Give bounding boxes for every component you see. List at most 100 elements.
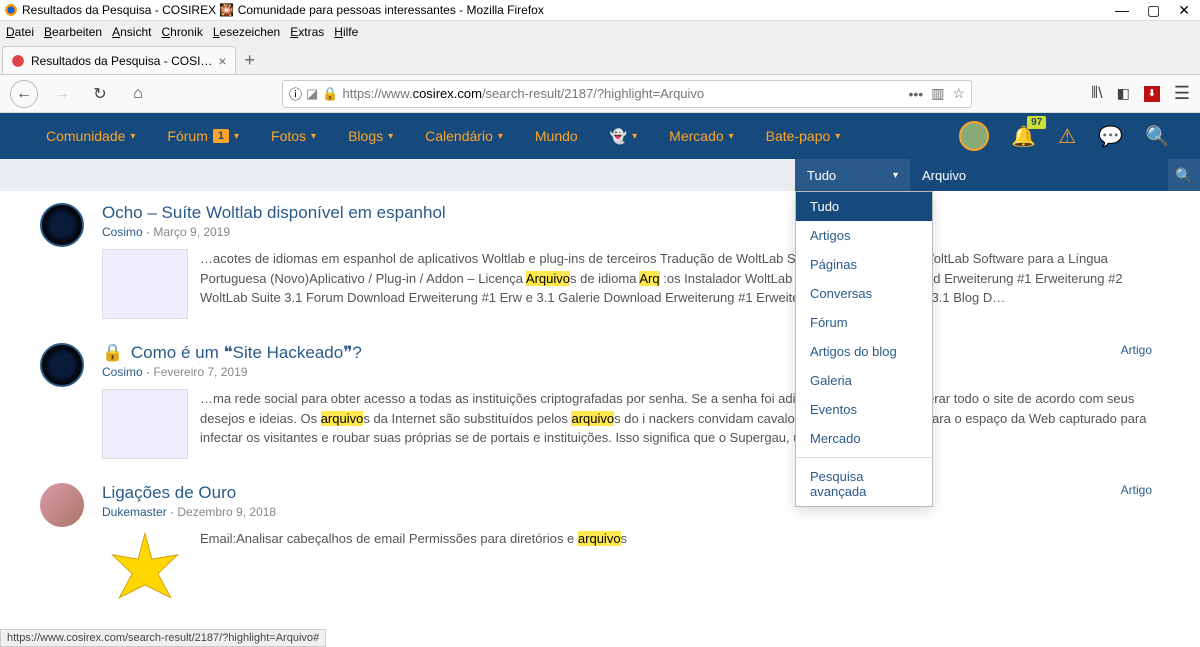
nav-fotos[interactable]: Fotos▾ — [255, 113, 332, 159]
result-date: Fevereiro 7, 2019 — [153, 365, 247, 379]
result-date: Março 9, 2019 — [153, 225, 230, 239]
nav-mercado[interactable]: Mercado▾ — [653, 113, 750, 159]
info-icon[interactable]: ⓘ — [289, 84, 302, 103]
nav-comunidade[interactable]: Comunidade▾ — [30, 113, 151, 159]
nav-mundo[interactable]: Mundo — [519, 113, 594, 159]
dropdown-advanced[interactable]: Pesquisa avançada — [796, 462, 932, 506]
highlight: arquivo — [578, 531, 621, 546]
search-submit[interactable]: 🔍 — [1168, 159, 1200, 191]
excerpt-text: …acotes de idiomas em espanhol de aplica… — [200, 249, 1160, 319]
tab-title: Resultados da Pesquisa - COSI… — [31, 54, 212, 68]
result-meta: Dukemaster · Dezembro 9, 2018 — [102, 505, 1160, 519]
search-type-select[interactable]: Tudo▾ — [795, 159, 910, 191]
search-result: ArtigoLigações de Ouro Dukemaster · Dezem… — [0, 471, 1200, 627]
library-icon[interactable]: ⦀\ — [1091, 85, 1103, 103]
menu-edit[interactable]: Bearbeiten — [44, 25, 102, 39]
result-title[interactable]: Ocho – Suíte Woltlab disponível em espan… — [102, 203, 1160, 223]
url-text: https://www.cosirex.com/search-result/21… — [343, 86, 705, 101]
highlight: arquivo — [321, 411, 364, 426]
result-title[interactable]: Ligações de Ouro — [102, 483, 1160, 503]
firefox-icon — [4, 3, 18, 17]
search-input[interactable] — [910, 159, 1168, 191]
result-excerpt: Email:Analisar cabeçalhos de email Permi… — [102, 529, 1160, 615]
tracking-icon[interactable]: ◪ — [306, 86, 318, 102]
results-list: Ocho – Suíte Woltlab disponível em espan… — [0, 191, 1200, 647]
result-author[interactable]: Cosimo — [102, 365, 143, 379]
menu-view[interactable]: Ansicht — [112, 25, 151, 39]
result-body: Ligações de Ouro Dukemaster · Dezembro 9,… — [102, 483, 1160, 615]
close-button[interactable]: ✕ — [1178, 2, 1190, 19]
bookmark-star-icon[interactable]: ☆ — [952, 85, 965, 102]
url-bar[interactable]: ⓘ ◪ 🔒 https://www.cosirex.com/search-res… — [282, 80, 972, 108]
dropdown-item[interactable]: Conversas — [796, 279, 932, 308]
nav-batepapo[interactable]: Bate-papo▾ — [750, 113, 857, 159]
menu-bookmarks[interactable]: Lesezeichen — [213, 25, 280, 39]
nav-forum[interactable]: Fórum1▾ — [151, 113, 255, 159]
tab-bar: Resultados da Pesquisa - COSI… × + — [0, 43, 1200, 75]
bell-icon: 🔔 — [1011, 126, 1036, 148]
result-author[interactable]: Cosimo — [102, 225, 143, 239]
notif-count: 97 — [1027, 116, 1046, 129]
result-avatar[interactable] — [40, 203, 84, 247]
new-tab-button[interactable]: + — [236, 46, 264, 74]
sidebar-icon[interactable]: ◧ — [1117, 85, 1130, 102]
minimize-button[interactable]: — — [1115, 2, 1129, 19]
menu-history[interactable]: Chronik — [161, 25, 202, 39]
search-type-dropdown: TudoArtigosPáginasConversasFórumArtigos … — [795, 191, 933, 507]
tab-close-button[interactable]: × — [218, 53, 226, 69]
dropdown-item[interactable]: Fórum — [796, 308, 932, 337]
site-nav: Comunidade▾ Fórum1▾ Fotos▾ Blogs▾ Calend… — [0, 113, 1200, 159]
browser-tab[interactable]: Resultados da Pesquisa - COSI… × — [2, 46, 236, 74]
result-excerpt: …acotes de idiomas em espanhol de aplica… — [102, 249, 1160, 319]
lock-icon[interactable]: 🔒 — [322, 86, 338, 102]
home-button[interactable]: ⌂ — [124, 80, 152, 108]
maximize-button[interactable]: ▢ — [1147, 2, 1160, 19]
reader-icon[interactable]: ▥ — [931, 85, 944, 102]
result-title[interactable]: 🔒 Como é um ❝Site Hackeado❞? — [102, 343, 1160, 363]
menu-button[interactable]: ☰ — [1174, 83, 1190, 104]
dropdown-item[interactable]: Mercado — [796, 424, 932, 453]
pdf-icon[interactable]: ⬇ — [1144, 86, 1160, 102]
dropdown-item[interactable]: Eventos — [796, 395, 932, 424]
menu-bar: Datei Bearbeiten Ansicht Chronik Lesezei… — [0, 21, 1200, 43]
result-type-tag: Artigo — [1121, 343, 1152, 357]
nav-blogs[interactable]: Blogs▾ — [332, 113, 409, 159]
result-avatar[interactable] — [40, 483, 84, 527]
page-actions-icon[interactable]: ••• — [908, 86, 923, 102]
nav-spooky[interactable]: 👻▾ — [594, 113, 653, 159]
result-type-tag: Artigo — [1121, 483, 1152, 497]
menu-file[interactable]: Datei — [6, 25, 34, 39]
result-avatar[interactable] — [40, 343, 84, 387]
tab-favicon — [11, 54, 25, 68]
dropdown-item[interactable]: Galeria — [796, 366, 932, 395]
result-thumbnail[interactable] — [102, 389, 188, 459]
result-thumbnail[interactable] — [102, 249, 188, 319]
dropdown-item[interactable]: Artigos do blog — [796, 337, 932, 366]
excerpt-text: …ma rede social para obter acesso a toda… — [200, 389, 1160, 459]
result-author[interactable]: Dukemaster — [102, 505, 167, 519]
user-avatar[interactable] — [959, 121, 989, 151]
result-excerpt: …ma rede social para obter acesso a toda… — [102, 389, 1160, 459]
search-icon[interactable]: 🔍 — [1145, 124, 1170, 149]
window-title: Resultados da Pesquisa - COSIREX 🎇 Comun… — [22, 3, 1115, 17]
menu-extras[interactable]: Extras — [290, 25, 324, 39]
dropdown-item[interactable]: Tudo — [796, 192, 932, 221]
result-meta: Cosimo · Março 9, 2019 — [102, 225, 1160, 239]
result-body: 🔒 Como é um ❝Site Hackeado❞?Cosimo · Fev… — [102, 343, 1160, 459]
dropdown-item[interactable]: Artigos — [796, 221, 932, 250]
reload-button[interactable]: ↻ — [86, 80, 114, 108]
nav-calendario[interactable]: Calendário▾ — [409, 113, 519, 159]
excerpt-text: Email:Analisar cabeçalhos de email Permi… — [200, 529, 627, 615]
chat-icon[interactable]: 💬 — [1098, 124, 1123, 149]
menu-help[interactable]: Hilfe — [334, 25, 358, 39]
window-titlebar: Resultados da Pesquisa - COSIREX 🎇 Comun… — [0, 0, 1200, 21]
back-button[interactable]: ← — [10, 80, 38, 108]
forward-button[interactable]: → — [48, 80, 76, 108]
lock-icon: 🔒 — [102, 343, 128, 362]
warning-icon[interactable]: ⚠ — [1058, 124, 1076, 149]
notifications-button[interactable]: 🔔 97 — [1011, 124, 1036, 149]
dropdown-item[interactable]: Páginas — [796, 250, 932, 279]
highlight: Arq — [639, 271, 659, 286]
result-thumbnail[interactable] — [102, 529, 188, 615]
result-date: Dezembro 9, 2018 — [177, 505, 276, 519]
